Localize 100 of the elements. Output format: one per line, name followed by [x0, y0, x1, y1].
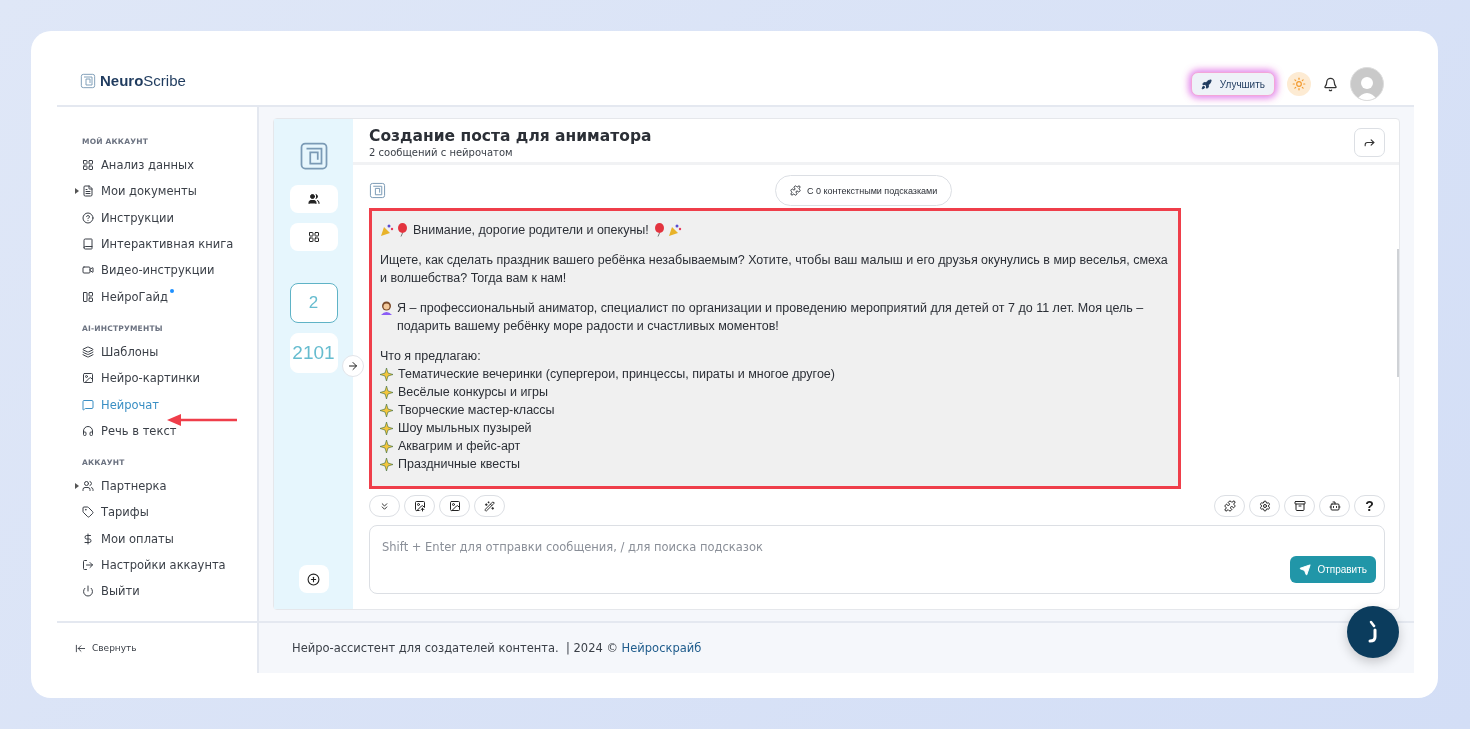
sparkle-icon: [380, 439, 393, 453]
nav-item[interactable]: Речь в текст: [74, 417, 185, 444]
party-popper-icon: [380, 223, 394, 237]
settings-button[interactable]: [1249, 495, 1280, 517]
nav-item[interactable]: Шаблоны: [74, 338, 167, 366]
layers-icon: [82, 345, 94, 358]
message-field[interactable]: Shift + Enter для отправки сообщения, / для поиска подсказок Отправить: [369, 525, 1385, 594]
scrollbar[interactable]: [1397, 249, 1399, 377]
collapse-icon: [75, 642, 86, 654]
arrow-right-icon: [347, 360, 359, 372]
nav-item[interactable]: Мои документы: [74, 178, 205, 205]
pointer-arrow: [167, 413, 239, 427]
list-item: Творческие мастер-классы: [398, 402, 555, 419]
message-text: Ищете, как сделать праздник вашего ребёнка незабываемым? Хотите, чтобы ваш малыш и его друзья окунулись в мир веселья, смеха и волшебства? Тогда вам к нам!: [380, 252, 1168, 287]
sparkle-icon: [380, 421, 393, 435]
chat-title: Создание поста для аниматора: [369, 127, 652, 145]
headphones-icon: [82, 424, 94, 437]
nav-item[interactable]: НейроГайд: [74, 283, 177, 310]
sparkle-icon: [380, 385, 393, 399]
wand-icon: [484, 500, 495, 512]
brand-name: NeuroScribe: [100, 72, 186, 89]
puzzle-icon: [1223, 500, 1236, 512]
rocket-icon: [1200, 78, 1212, 90]
settings-icon: [1258, 500, 1271, 512]
nav-item[interactable]: Настройки аккаунта: [74, 551, 234, 579]
users-button[interactable]: [289, 185, 338, 213]
panel-icon: [82, 290, 94, 303]
share-button[interactable]: [1354, 128, 1385, 157]
image-icon: [448, 500, 461, 512]
nav-item[interactable]: Тарифы: [74, 499, 157, 526]
dollar-icon: [82, 532, 94, 545]
upload-button[interactable]: [404, 495, 435, 517]
logo-icon: [298, 141, 329, 171]
assistant-logo-icon: [1366, 620, 1380, 644]
list-item: Аквагрим и фейс-арт: [398, 438, 521, 455]
nav-item[interactable]: Интерактивная книга: [74, 230, 242, 258]
nav-item[interactable]: Анализ данных: [74, 152, 202, 179]
video-icon: [82, 264, 94, 277]
nav-item[interactable]: Мои оплаты: [74, 525, 182, 552]
magic-button[interactable]: [474, 495, 505, 517]
book-icon: [82, 238, 94, 251]
send-icon: [1299, 563, 1312, 576]
bot-button[interactable]: [1319, 495, 1350, 517]
nav-item[interactable]: Нейро-картинки: [74, 365, 209, 392]
nav-item[interactable]: Видео-инструкции: [74, 257, 223, 284]
robot-icon: [1328, 500, 1341, 512]
new-dot: [170, 289, 175, 294]
help-button[interactable]: ?: [1354, 495, 1385, 517]
plugin-button[interactable]: [1214, 495, 1245, 517]
image-upload-icon: [413, 500, 426, 512]
person-icon: [380, 301, 393, 315]
image-button[interactable]: [439, 495, 470, 517]
balloon-icon: [653, 223, 665, 237]
sparkle-icon: [380, 457, 393, 471]
document-icon: [82, 185, 94, 198]
message-text: Что я предлагаю:: [380, 348, 481, 365]
footer-link[interactable]: Нейроскрайб: [621, 641, 702, 655]
image-icon: [82, 372, 94, 385]
upgrade-button[interactable]: Улучшить: [1190, 72, 1275, 96]
add-button[interactable]: [298, 565, 329, 593]
archive-button[interactable]: [1284, 495, 1315, 517]
collapse-button[interactable]: Свернуть: [75, 642, 137, 654]
message-text: Я – профессиональный аниматор, специалист по организации и проведению мероприятий для детей от 7 до 11 лет. Моя цель – подарить вашему ребёнку море радости и счастливых моментов!: [397, 300, 1145, 335]
list-item: Шоу мыльных пузырей: [398, 420, 532, 437]
chevrons-down-icon: [379, 500, 390, 512]
grid-button[interactable]: [289, 223, 338, 251]
logout-icon: [82, 559, 94, 571]
expand-button[interactable]: [342, 355, 364, 377]
nav-item[interactable]: Нейрочат: [74, 391, 168, 418]
list-item: Весёлые конкурсы и игры: [398, 384, 548, 401]
users-icon: [82, 480, 94, 493]
puzzle-icon: [790, 185, 801, 196]
bot-avatar-icon: [369, 182, 386, 199]
share-icon: [1363, 136, 1376, 149]
help-icon: [82, 211, 94, 224]
footer-text: Нейро-ассистент для создателей контента. | 2024 © Нейроскрайб: [292, 641, 702, 655]
message-text: Внимание, дорогие родители и опекуны!: [413, 222, 649, 239]
context-pill[interactable]: С 0 контекстными подсказками: [775, 175, 953, 206]
sparkle-icon: [380, 367, 393, 381]
list-item: Тематические вечеринки (супергерои, принцессы, пираты и многое другое): [398, 366, 835, 383]
nav-item[interactable]: Выйти: [74, 578, 148, 605]
grid-icon: [82, 159, 94, 172]
theme-toggle[interactable]: [1287, 72, 1311, 96]
party-popper-icon: [667, 223, 682, 237]
chat-icon: [82, 398, 94, 411]
bell-icon[interactable]: [1323, 76, 1338, 92]
caret-icon: [75, 482, 79, 489]
users-icon: [307, 193, 320, 205]
caret-icon: [75, 188, 79, 195]
nav-item[interactable]: Инструкции: [74, 204, 182, 231]
chat-subtitle: 2 сообщений с нейрочатом: [369, 147, 514, 158]
plus-icon: [307, 572, 320, 586]
sparkle-icon: [380, 403, 393, 417]
list-item: Праздничные квесты: [398, 456, 521, 473]
sun-icon: [1292, 77, 1306, 91]
balloon-icon: [397, 223, 408, 237]
power-icon: [82, 585, 94, 598]
send-button[interactable]: Отправить: [1290, 556, 1376, 583]
nav-item[interactable]: Партнерка: [74, 472, 175, 500]
tag-icon: [82, 506, 94, 519]
